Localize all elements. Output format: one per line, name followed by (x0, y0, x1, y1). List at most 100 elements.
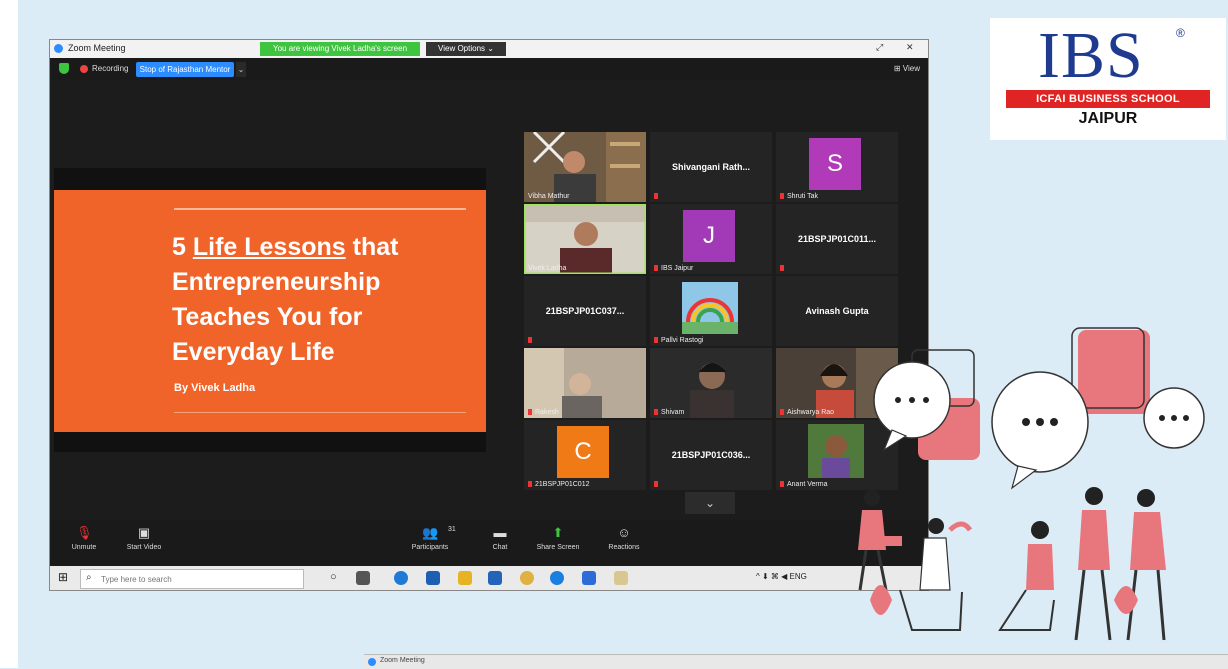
zoom-logo-icon (368, 658, 376, 666)
muted-mic-icon (528, 409, 532, 415)
chat-button[interactable]: ▬ Chat (470, 525, 530, 552)
muted-mic-icon (654, 193, 658, 199)
participants-icon: 👥 (422, 525, 439, 540)
cortana-icon[interactable]: ○ (330, 571, 344, 585)
close-icon[interactable]: ✕ (906, 42, 914, 53)
participant-tile[interactable]: J IBS Jaipur (650, 204, 772, 274)
muted-mic-icon (780, 409, 784, 415)
muted-mic-icon (654, 337, 658, 343)
view-button[interactable]: ⊞ View (894, 64, 920, 73)
participant-tile[interactable]: 21BSPJP01C037... (524, 276, 646, 346)
participant-video (524, 132, 646, 202)
system-tray[interactable]: ^ ⬇ ⌘ ◀ ENG (756, 572, 807, 581)
participant-tile[interactable]: Vibha Mathur (524, 132, 646, 202)
participant-name: Pallvi Rastogi (661, 337, 704, 344)
participants-count: 31 (448, 526, 456, 533)
start-video-label: Start Video (126, 544, 162, 551)
outlook-icon[interactable] (488, 571, 502, 585)
participant-tile-active-speaker[interactable]: Vivek Ladha (524, 204, 646, 274)
participant-name: Shruti Tak (787, 193, 818, 200)
reactions-label: Reactions (608, 544, 640, 551)
window-titlebar: Zoom Meeting You are viewing Vivek Ladha… (50, 40, 928, 59)
viewing-caret-icon[interactable]: ⌄ (236, 62, 246, 77)
meeting-top-bar: Recording Stop of Rajasthan Mentor ⌄ ⊞ V… (50, 58, 928, 80)
participant-center-name: 21BSPJP01C037... (545, 306, 625, 316)
chrome-icon[interactable] (520, 571, 534, 585)
slide-title: 5 Life Lessons that Entrepreneurship Tea… (172, 233, 399, 366)
chat-icon: ▬ (493, 525, 507, 540)
presentation-slide: 5 Life Lessons that Entrepreneurship Tea… (54, 190, 486, 432)
fullscreen-icon[interactable]: ⤢ (876, 42, 883, 53)
unmute-button[interactable]: 🎙 Unmute (54, 525, 114, 552)
ibs-logo: IBS ® ICFAI BUSINESS SCHOOL JAIPUR (990, 18, 1226, 140)
windows-taskbar: ⊞ ⌕ ○ ^ ⬇ ⌘ ◀ ENG (50, 566, 928, 590)
viewing-button[interactable]: Stop of Rajasthan Mentor (136, 62, 234, 77)
zoom-window: Zoom Meeting You are viewing Vivek Ladha… (50, 40, 928, 590)
ibs-logo-letters: IBS (1038, 19, 1144, 92)
window-title: Zoom Meeting (68, 43, 126, 53)
slide-top-rule (174, 208, 466, 210)
rainbow-picture-icon (682, 282, 738, 334)
second-window-titlebar: Zoom Meeting (364, 654, 1228, 669)
edge-icon[interactable] (394, 571, 408, 585)
participants-label: Participants (411, 544, 449, 551)
participant-avatar: J (683, 210, 735, 262)
muted-mic-icon (654, 481, 658, 487)
view-options-button[interactable]: View Options ⌄ (426, 42, 506, 56)
registered-mark: ® (1176, 26, 1185, 40)
participant-name: IBS Jaipur (661, 265, 694, 272)
participant-tile[interactable]: Pallvi Rastogi (650, 276, 772, 346)
security-shield-icon[interactable] (59, 63, 69, 74)
muted-mic-icon: 🎙 (76, 525, 93, 540)
slide-title-link: Life Lessons (192, 233, 346, 261)
participant-tile[interactable]: Shivangani Rath... (650, 132, 772, 202)
participant-tile[interactable]: Rakesh (524, 348, 646, 418)
video-off-icon: ▣ (137, 525, 151, 540)
participant-center-name: 21BSPJP01C011... (797, 234, 877, 244)
participant-name: Shivam (661, 409, 685, 416)
participant-tile[interactable]: Shivam (650, 348, 772, 418)
zoom-app-icon[interactable] (550, 571, 564, 585)
participant-name: Vibha Mathur (528, 193, 570, 200)
muted-mic-icon (528, 337, 532, 343)
search-icon: ⌕ (86, 572, 92, 583)
taskbar-search-input[interactable] (99, 572, 298, 586)
file-explorer-icon[interactable] (458, 571, 472, 585)
participant-tile[interactable]: 21BSPJP01C036... (650, 420, 772, 490)
muted-mic-icon (654, 409, 658, 415)
left-margin (0, 0, 18, 668)
muted-mic-icon (780, 193, 784, 199)
reactions-button[interactable]: ☺ Reactions (594, 525, 654, 552)
pinned-app-icon[interactable] (614, 571, 628, 585)
second-window-title: Zoom Meeting (380, 657, 425, 664)
share-screen-button[interactable]: ⬆ Share Screen (528, 525, 588, 552)
store-icon[interactable] (582, 571, 596, 585)
recording-icon (80, 65, 88, 73)
participant-tile[interactable]: S Shruti Tak (776, 132, 898, 202)
screen-share-banner: You are viewing Vivek Ladha's screen (260, 42, 420, 56)
slide-bottom-rule (174, 412, 466, 413)
zoom-logo-icon (54, 44, 63, 53)
muted-mic-icon (528, 481, 532, 487)
participant-video (524, 348, 646, 418)
windows-start-icon[interactable]: ⊞ (58, 571, 71, 584)
gallery-next-page-button[interactable]: ⌄ (685, 492, 735, 514)
taskbar-search[interactable]: ⌕ (80, 569, 304, 589)
mail-icon[interactable] (426, 571, 440, 585)
muted-mic-icon (780, 481, 784, 487)
participant-name: Vivek Ladha (528, 265, 567, 272)
participant-tile[interactable]: C 21BSPJP01C012 (524, 420, 646, 490)
chat-label: Chat (492, 544, 508, 551)
participant-center-name: Shivangani Rath... (671, 162, 750, 172)
task-view-icon[interactable] (356, 571, 370, 585)
reactions-icon: ☺ (617, 525, 631, 540)
participant-tile[interactable]: 21BSPJP01C011... (776, 204, 898, 274)
muted-mic-icon (654, 265, 658, 271)
participant-video (524, 204, 646, 274)
participant-avatar: S (809, 138, 861, 190)
share-screen-icon: ⬆ (552, 525, 564, 540)
discussion-illustration (858, 327, 1205, 641)
participant-name: Aishwarya Rao (787, 409, 835, 416)
slide-author: By Vivek Ladha (174, 382, 256, 394)
start-video-button[interactable]: ▣ Start Video (114, 525, 174, 552)
